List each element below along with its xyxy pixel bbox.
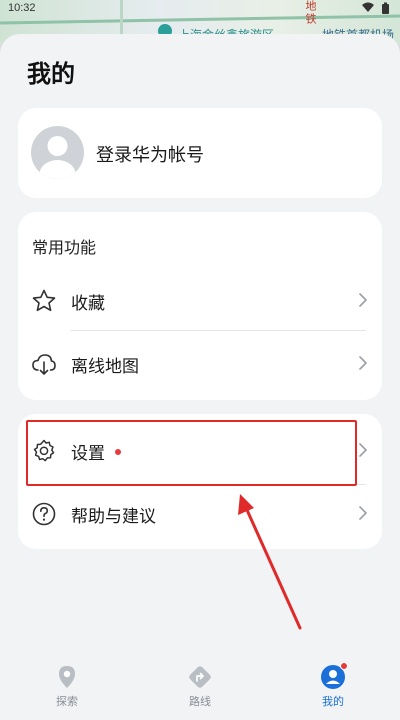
tab-explore[interactable]: 探索 (27, 664, 107, 709)
highlight-box (26, 420, 357, 486)
common-functions-card: 常用功能 收藏 离线地图 (18, 212, 382, 400)
tab-label: 探索 (56, 695, 78, 708)
question-icon (31, 501, 57, 527)
list-item-offline-map[interactable]: 离线地图 (18, 335, 382, 391)
list-item-label: 收藏 (71, 294, 105, 314)
page-title: 我的 (27, 60, 75, 88)
chevron-right-icon (358, 505, 368, 525)
list-item-help-feedback[interactable]: 帮助与建议 (18, 485, 382, 541)
cloud-download-icon (31, 351, 57, 377)
divider (71, 330, 366, 331)
notification-dot (340, 662, 348, 670)
status-icons (361, 2, 390, 15)
wifi-icon (361, 2, 375, 15)
tab-mine[interactable]: 我的 (293, 662, 373, 709)
profile-sheet: 我的 登录华为帐号 常用功能 收藏 离线地图 设置 帮助与建议 探索 路线 我的 (0, 34, 400, 720)
tab-label: 我的 (322, 695, 344, 708)
chevron-right-icon (358, 442, 368, 462)
map-vertical-label: 地铁 (304, 0, 317, 26)
chevron-right-icon (358, 355, 368, 375)
map-road (0, 14, 400, 25)
bottom-navigation: 探索 路线 我的 (0, 658, 400, 720)
list-item-label: 离线地图 (71, 357, 139, 377)
list-item-label: 帮助与建议 (71, 507, 156, 527)
location-pin-icon (54, 664, 80, 690)
avatar[interactable] (31, 126, 84, 179)
section-title: 常用功能 (32, 238, 97, 257)
account-card[interactable]: 登录华为帐号 (18, 108, 382, 198)
tab-label: 路线 (189, 695, 211, 708)
star-icon (31, 288, 57, 314)
route-icon (187, 664, 213, 690)
status-time: 10:32 (8, 2, 36, 14)
login-account-label[interactable]: 登录华为帐号 (96, 141, 204, 167)
list-item-favorites[interactable]: 收藏 (18, 272, 382, 328)
chevron-right-icon (358, 292, 368, 312)
tab-route[interactable]: 路线 (160, 664, 240, 709)
avatar-placeholder-icon (39, 136, 76, 179)
profile-icon (320, 662, 348, 690)
battery-icon (381, 2, 390, 15)
